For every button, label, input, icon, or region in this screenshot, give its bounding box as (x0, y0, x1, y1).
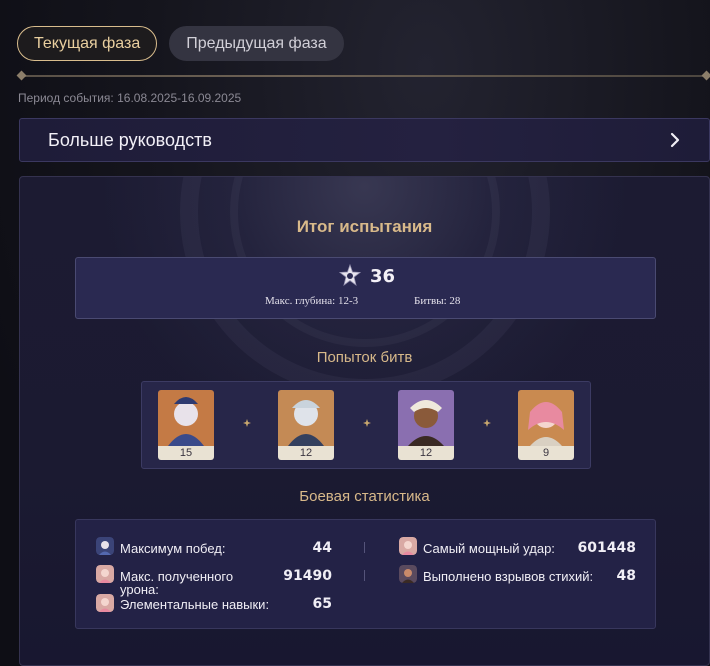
attempt-count: 9 (518, 446, 574, 460)
attempt-count: 12 (278, 446, 334, 460)
stat-value: 91490 (283, 568, 332, 584)
chevron-right-icon (670, 132, 680, 148)
combat-stats-panel: Максимум побед: 44 Самый мощный удар: 60… (75, 519, 656, 629)
phase-tabs: Текущая фаза Предыдущая фаза (17, 26, 344, 61)
result-title: Итог испытания (296, 217, 433, 236)
character-mini-icon (399, 537, 417, 555)
stat-value: 48 (616, 568, 636, 584)
event-period: Период события: 16.08.2025-16.09.2025 (18, 91, 242, 105)
attempt-count: 12 (398, 446, 454, 460)
tab-previous-phase[interactable]: Предыдущая фаза (169, 26, 344, 61)
stat-label-continued: урона: (120, 582, 159, 597)
stat-value: 65 (312, 596, 332, 612)
sparkle-icon (483, 419, 491, 427)
attempts-title: Попыток битв (316, 349, 413, 366)
more-guides-button[interactable]: Больше руководств (19, 118, 710, 162)
header-divider (16, 70, 710, 81)
stars-count: 36 (370, 266, 396, 287)
max-depth: Макс. глубина: 12-3 (265, 295, 359, 307)
character-portrait-icon (398, 390, 454, 446)
stat-value: 601448 (577, 540, 636, 556)
character-card[interactable]: 9 (518, 390, 574, 460)
challenge-result-card: Итог испытания 36 Макс. глубина: 12-3 Би… (19, 176, 710, 666)
stat-label: Максимум побед: (120, 541, 226, 556)
stat-label: Выполнено взрывов стихий: (423, 569, 594, 584)
stat-label: Самый мощный удар: (423, 541, 555, 556)
combat-stats-title: Боевая статистика (299, 488, 430, 505)
tab-current-phase[interactable]: Текущая фаза (17, 26, 158, 61)
character-mini-icon (96, 537, 114, 555)
result-summary: 36 Макс. глубина: 12-3 Битвы: 28 (75, 257, 656, 319)
character-mini-icon (399, 565, 417, 583)
stat-label: Элементальные навыки: (120, 597, 270, 612)
character-portrait-icon (158, 390, 214, 446)
sparkle-icon (243, 419, 251, 427)
battle-attempts-team: 15 12 12 9 (141, 381, 591, 469)
character-mini-icon (96, 594, 114, 612)
more-guides-label: Больше руководств (48, 129, 212, 150)
character-card[interactable]: 12 (278, 390, 334, 460)
character-portrait-icon (278, 390, 334, 446)
character-card[interactable]: 15 (158, 390, 214, 460)
stat-separator (364, 542, 365, 553)
stat-value: 44 (312, 540, 332, 556)
character-card[interactable]: 12 (398, 390, 454, 460)
character-mini-icon (96, 565, 114, 583)
stat-separator (364, 570, 365, 581)
battles-count: Битвы: 28 (414, 295, 461, 307)
character-portrait-icon (518, 390, 574, 446)
abyss-star-icon (338, 264, 362, 286)
attempt-count: 15 (158, 446, 214, 460)
sparkle-icon (363, 419, 371, 427)
